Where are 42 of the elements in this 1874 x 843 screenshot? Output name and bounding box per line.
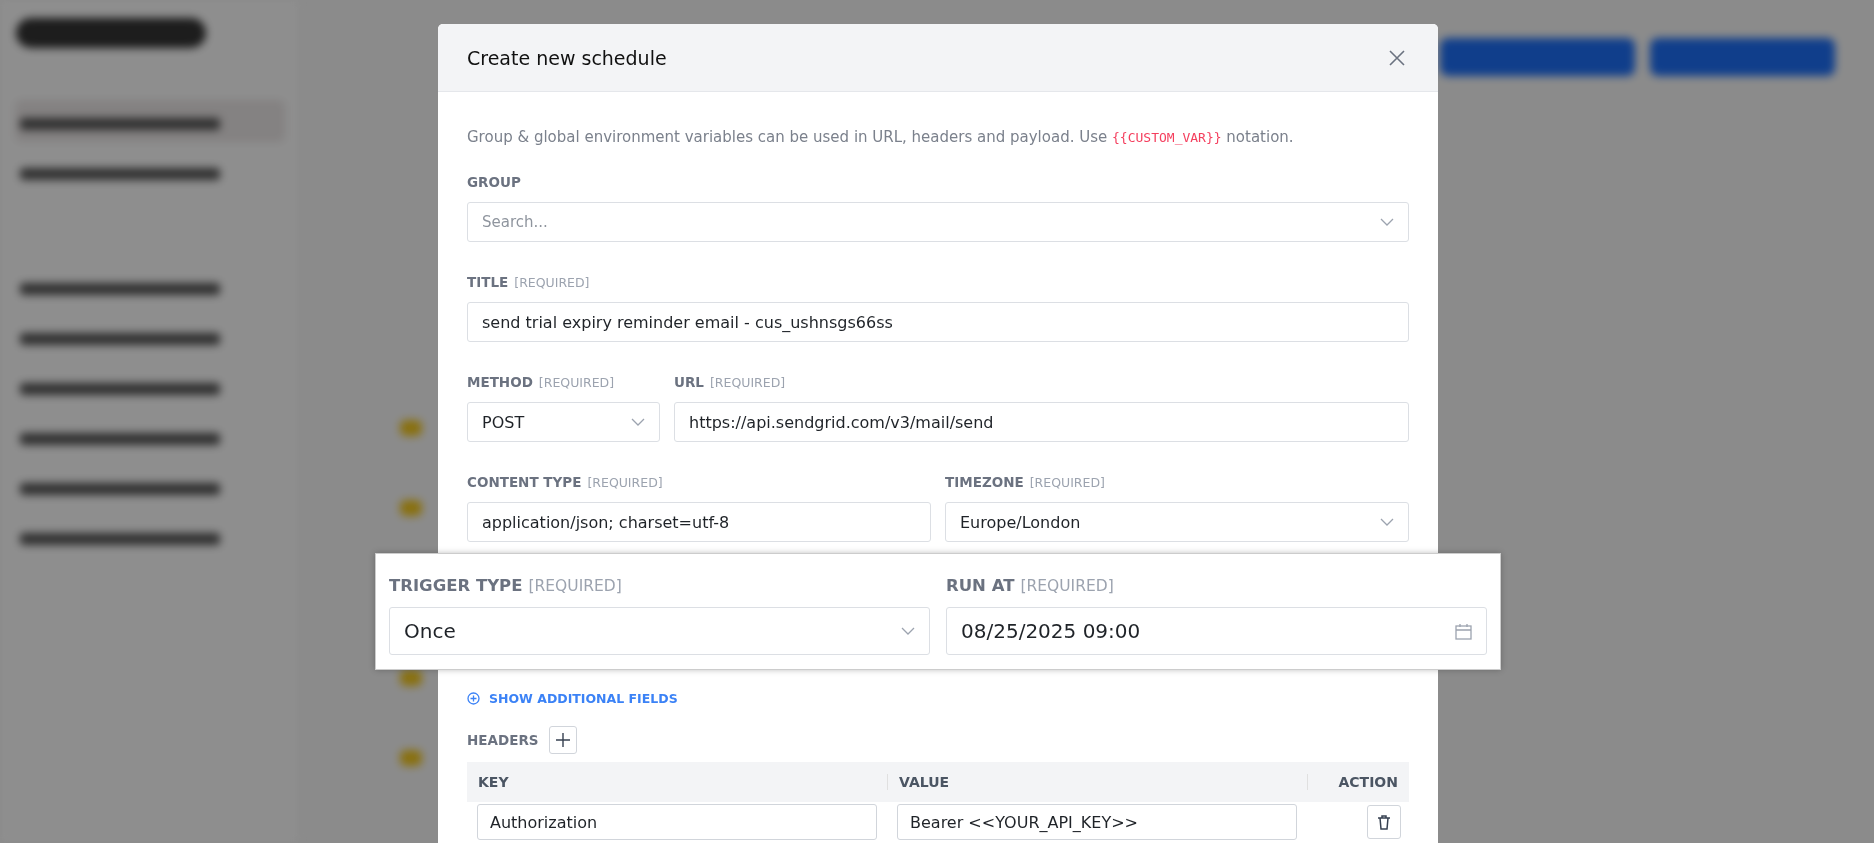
required-hint: [REQUIRED] — [538, 375, 615, 390]
required-hint: [REQUIRED] — [709, 375, 786, 390]
delete-button[interactable] — [1367, 805, 1401, 839]
column-header: KEY — [477, 774, 510, 790]
text-field[interactable]: send trial expiry reminder email - cus_ushnsgs66ss — [467, 302, 1409, 342]
info-text: Group & global environment variables can be used in URL, headers and payload. Use {{CUSTOM_VAR}} notation. — [467, 128, 1295, 146]
chevron-down-icon — [1380, 218, 1394, 226]
close-icon — [1389, 49, 1405, 66]
select-field[interactable]: Europe/London — [945, 502, 1409, 542]
calendar-icon — [1455, 622, 1472, 640]
plus-icon — [555, 733, 570, 747]
required-hint: [REQUIRED] — [587, 475, 663, 490]
show-additional-fields-link[interactable]: SHOW ADDITIONAL FIELDS — [467, 691, 678, 706]
chevron-down-icon — [1380, 518, 1394, 526]
key-field[interactable]: Authorization — [477, 804, 877, 840]
field-label: RUN AT — [946, 576, 1015, 595]
chevron-down-icon — [631, 418, 645, 426]
field-label: TIMEZONE — [945, 474, 1024, 490]
field-label: TRIGGER TYPE — [389, 576, 523, 595]
required-hint: [REQUIRED] — [1020, 577, 1114, 595]
required-hint: [REQUIRED] — [1029, 475, 1105, 490]
modal-title: Create new schedule — [467, 46, 667, 69]
required-hint: [REQUIRED] — [514, 275, 590, 290]
field-label: GROUP — [467, 174, 521, 190]
plus-circle-icon — [467, 692, 480, 705]
trash-icon — [1377, 814, 1391, 830]
field-label: URL — [674, 374, 704, 390]
text-field[interactable]: application/json; charset=utf-8 — [467, 502, 931, 542]
field-label: CONTENT TYPE — [467, 474, 582, 490]
select-field[interactable]: Once — [389, 607, 930, 655]
text-field[interactable]: https://api.sendgrid.com/v3/mail/send — [674, 402, 1409, 442]
required-hint: [REQUIRED] — [528, 577, 622, 595]
headers-label: HEADERS — [467, 732, 539, 748]
select-field[interactable]: POST — [467, 402, 660, 442]
add-header-button[interactable] — [548, 726, 577, 754]
column-header: ACTION — [1307, 774, 1409, 790]
chevron-down-icon — [901, 627, 915, 635]
field-label: METHOD — [467, 374, 533, 390]
value-field[interactable]: Bearer <<YOUR_API_KEY>> — [897, 804, 1297, 840]
date-time-field[interactable]: 08/25/2025 09:00 — [946, 607, 1487, 655]
column-header: VALUE — [887, 774, 1307, 790]
field-label: TITLE — [467, 274, 509, 290]
